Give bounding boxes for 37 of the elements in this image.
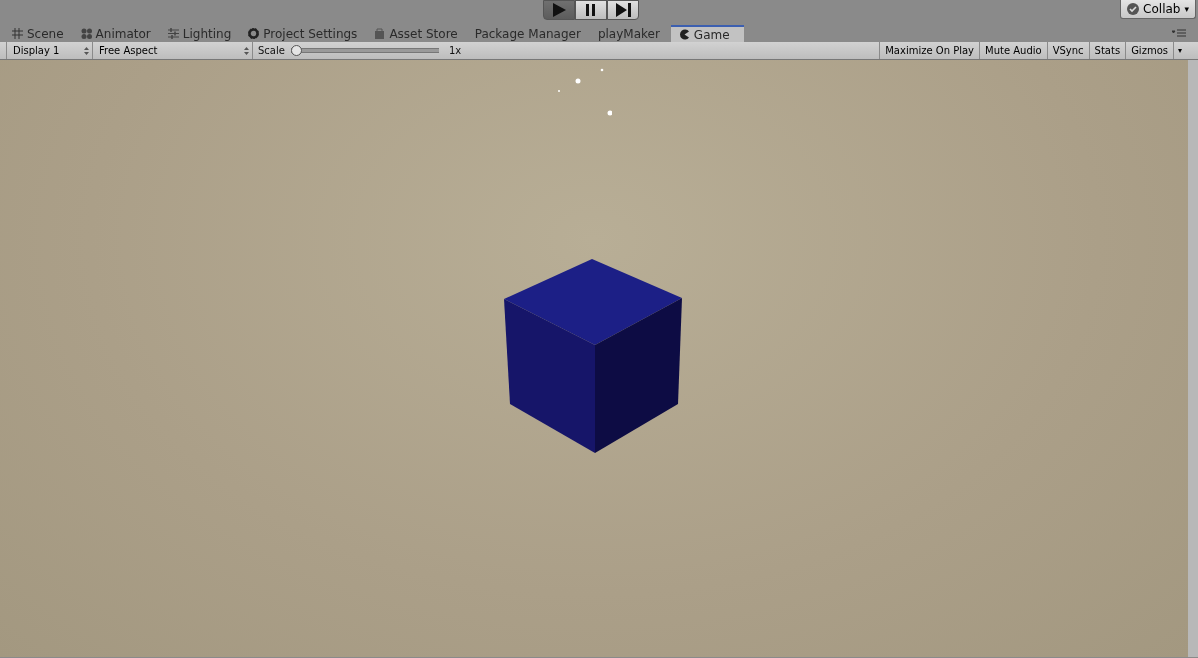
step-icon xyxy=(614,2,632,18)
tab[interactable]: Animator xyxy=(74,25,162,42)
particles-drawing xyxy=(556,67,612,117)
tab[interactable]: Project Settings xyxy=(242,25,369,42)
bag-icon xyxy=(374,28,386,39)
nodes-icon xyxy=(80,28,92,39)
sliders-icon xyxy=(167,28,179,39)
tab[interactable]: Lighting xyxy=(161,25,243,42)
stepper-icon xyxy=(244,46,249,55)
pause-button[interactable] xyxy=(575,0,607,20)
collab-button[interactable]: Collab ▾ xyxy=(1120,0,1196,19)
scale-label: Scale xyxy=(258,45,285,56)
gear-icon xyxy=(248,28,260,39)
toggle-button[interactable]: Mute Audio xyxy=(979,42,1047,59)
toggle-button[interactable]: Stats xyxy=(1088,42,1126,59)
tab[interactable]: Asset Store xyxy=(368,25,469,42)
tab[interactable]: playMaker xyxy=(591,25,671,42)
scale-value: 1x xyxy=(448,45,462,56)
toggle-button[interactable]: VSync xyxy=(1046,42,1089,59)
grid-icon xyxy=(12,28,23,39)
play-button[interactable] xyxy=(543,0,575,20)
check-circle-icon xyxy=(1127,3,1140,15)
tab[interactable]: Package Manager xyxy=(468,25,592,42)
gizmos-menu-button[interactable]: ▾ xyxy=(1173,42,1186,59)
menu-icon[interactable] xyxy=(1172,29,1186,37)
pacman-icon xyxy=(678,29,690,40)
display-dropdown[interactable]: Display 1 xyxy=(6,42,92,59)
tab[interactable]: Scene xyxy=(6,25,75,42)
scale-slider[interactable] xyxy=(290,45,439,56)
toggle-button[interactable]: Gizmos xyxy=(1125,42,1173,59)
stepper-icon xyxy=(84,46,89,55)
step-button[interactable] xyxy=(607,0,639,20)
slider-thumb[interactable] xyxy=(290,45,302,56)
aspect-dropdown[interactable]: Free Aspect xyxy=(92,42,252,59)
play-icon xyxy=(550,2,568,18)
tab[interactable]: Game xyxy=(670,25,744,42)
toggle-button[interactable]: Maximize On Play xyxy=(879,42,979,59)
